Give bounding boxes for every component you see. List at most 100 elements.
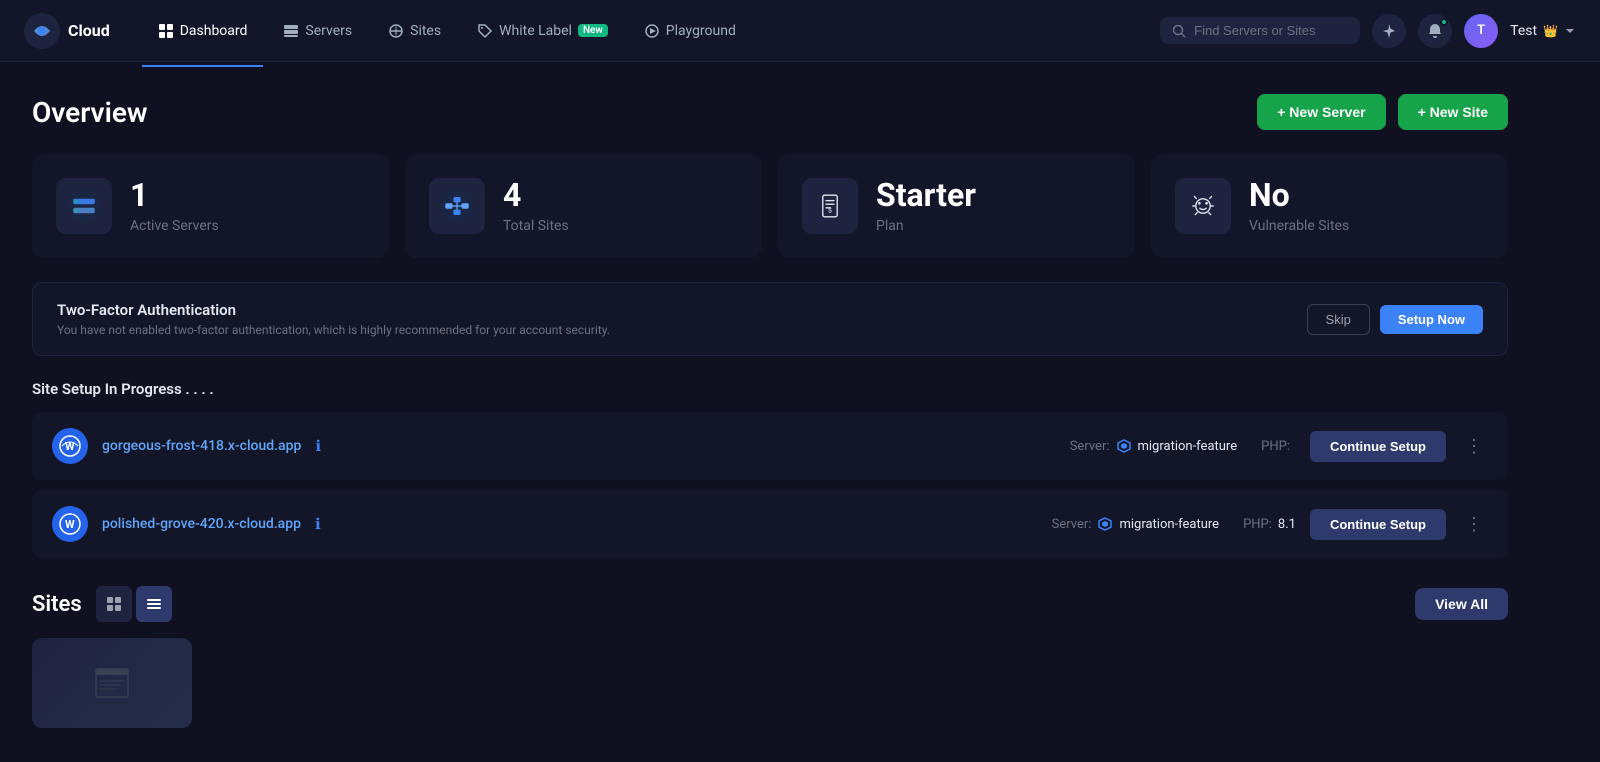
nav-dashboard-label: Dashboard xyxy=(180,23,248,39)
site-1-name: gorgeous-frost-418.x-cloud.app xyxy=(102,438,301,454)
vulnerable-value: No xyxy=(1249,178,1349,213)
php-label-2: PHP: xyxy=(1243,517,1272,532)
notification-dot xyxy=(1440,18,1448,26)
site-preview-card[interactable] xyxy=(32,638,192,728)
nav-sites-label: Sites xyxy=(410,23,441,39)
wp-icon-1: W xyxy=(52,428,88,464)
php-version-2: 8.1 xyxy=(1278,517,1296,532)
server-label-2: Server: xyxy=(1052,517,1092,532)
view-all-button[interactable]: View All xyxy=(1415,588,1508,620)
site-1-php: PHP: xyxy=(1261,439,1296,454)
tfa-text: Two-Factor Authentication You have not e… xyxy=(57,301,610,337)
site-1-info-icon[interactable]: ℹ xyxy=(315,437,321,455)
site-2-meta: Server: migration-feature PHP: 8.1 xyxy=(1052,516,1296,532)
play-nav-icon xyxy=(644,23,660,39)
continue-setup-2[interactable]: Continue Setup xyxy=(1310,509,1446,540)
nav-servers-label: Servers xyxy=(305,23,352,39)
grid-view-icon xyxy=(106,596,122,612)
site-preview-inner xyxy=(32,638,192,728)
nav-playground[interactable]: Playground xyxy=(628,15,752,47)
tag-nav-icon xyxy=(477,23,493,39)
notification-btn[interactable] xyxy=(1418,14,1452,48)
stat-vulnerable: No Vulnerable Sites xyxy=(1151,154,1508,258)
plan-icon: $ xyxy=(802,178,858,234)
overview-header: Overview + New Server + New Site xyxy=(32,94,1508,130)
network-icon xyxy=(439,188,475,224)
site-preview-row xyxy=(32,638,1508,728)
new-site-button[interactable]: + New Site xyxy=(1398,94,1508,130)
plan-label: Plan xyxy=(876,218,976,234)
username: Test xyxy=(1510,23,1537,39)
plan-info: Starter Plan xyxy=(876,178,976,233)
sparkle-icon xyxy=(1381,23,1397,39)
receipt-icon: $ xyxy=(812,188,848,224)
server-name-2: migration-feature xyxy=(1119,517,1219,532)
stat-total-sites: 4 Total Sites xyxy=(405,154,762,258)
nav-logo[interactable]: Cloud xyxy=(24,13,110,49)
site-setup-list: W gorgeous-frost-418.x-cloud.app ℹ Serve… xyxy=(32,412,1508,558)
new-server-button[interactable]: + New Server xyxy=(1257,94,1385,130)
sites-header: Sites Vie xyxy=(32,586,1508,622)
site-row: W polished-grove-420.x-cloud.app ℹ Serve… xyxy=(32,490,1508,558)
nav-servers[interactable]: Servers xyxy=(267,15,368,47)
avatar-initials: T xyxy=(1477,23,1485,38)
search-icon xyxy=(1172,24,1186,38)
vulnerable-info: No Vulnerable Sites xyxy=(1249,178,1349,233)
bug-icon xyxy=(1185,188,1221,224)
site-setup-label: Site Setup In Progress . . . . xyxy=(32,380,1508,398)
server-name-1: migration-feature xyxy=(1138,439,1238,454)
chevron-down-icon xyxy=(1564,25,1576,37)
sparkle-btn[interactable] xyxy=(1372,14,1406,48)
active-servers-icon xyxy=(56,178,112,234)
site-1-server: Server: migration-feature xyxy=(1070,438,1237,454)
site-thumbnail-icon xyxy=(92,663,132,703)
sites-title: Sites xyxy=(32,592,82,617)
server-label-1: Server: xyxy=(1070,439,1110,454)
nav-dashboard[interactable]: Dashboard xyxy=(142,15,264,47)
active-servers-info: 1 Active Servers xyxy=(130,178,219,233)
nav-links: Dashboard Servers Sites White Label xyxy=(142,15,1160,47)
grid-view-btn[interactable] xyxy=(96,586,132,622)
list-view-btn[interactable] xyxy=(136,586,172,622)
vulnerable-icon xyxy=(1175,178,1231,234)
nav-whitelabel[interactable]: White Label New xyxy=(461,15,624,47)
site-2-name: polished-grove-420.x-cloud.app xyxy=(102,516,301,532)
svg-text:$: $ xyxy=(828,207,832,214)
site-2-info-icon[interactable]: ℹ xyxy=(315,515,321,533)
brand-name: Cloud xyxy=(68,21,110,40)
tfa-description: You have not enabled two-factor authenti… xyxy=(57,323,610,337)
server-stack-icon xyxy=(66,188,102,224)
avatar[interactable]: T xyxy=(1464,14,1498,48)
wp-icon-2: W xyxy=(52,506,88,542)
plan-value: Starter xyxy=(876,178,976,213)
nav-sites[interactable]: Sites xyxy=(372,15,457,47)
stat-plan: $ Starter Plan xyxy=(778,154,1135,258)
stat-active-servers: 1 Active Servers xyxy=(32,154,389,258)
user-menu[interactable]: Test 👑 xyxy=(1510,23,1576,39)
tfa-banner: Two-Factor Authentication You have not e… xyxy=(32,282,1508,356)
site-2-php: PHP: 8.1 xyxy=(1243,517,1296,532)
view-toggle xyxy=(96,586,172,622)
active-servers-value: 1 xyxy=(130,178,219,213)
more-options-2[interactable]: ⋮ xyxy=(1460,510,1488,538)
vultr-icon-2 xyxy=(1097,516,1113,532)
grid-icon xyxy=(158,23,174,39)
search-box[interactable] xyxy=(1160,17,1360,44)
svg-text:W: W xyxy=(65,440,75,453)
php-label-1: PHP: xyxy=(1261,439,1290,454)
more-options-1[interactable]: ⋮ xyxy=(1460,432,1488,460)
svg-text:W: W xyxy=(65,518,75,531)
globe-nav-icon xyxy=(388,23,404,39)
nav-whitelabel-label: White Label xyxy=(499,23,572,39)
vulnerable-label: Vulnerable Sites xyxy=(1249,218,1349,234)
tfa-setup-button[interactable]: Setup Now xyxy=(1380,305,1483,334)
site-1-meta: Server: migration-feature PHP: xyxy=(1070,438,1296,454)
server-nav-icon xyxy=(283,23,299,39)
continue-setup-1[interactable]: Continue Setup xyxy=(1310,431,1446,462)
search-input[interactable] xyxy=(1194,23,1334,38)
total-sites-label: Total Sites xyxy=(503,218,569,234)
tfa-skip-button[interactable]: Skip xyxy=(1307,304,1370,335)
total-sites-info: 4 Total Sites xyxy=(503,178,569,233)
nav-right: T Test 👑 xyxy=(1160,14,1576,48)
header-actions: + New Server + New Site xyxy=(1257,94,1508,130)
